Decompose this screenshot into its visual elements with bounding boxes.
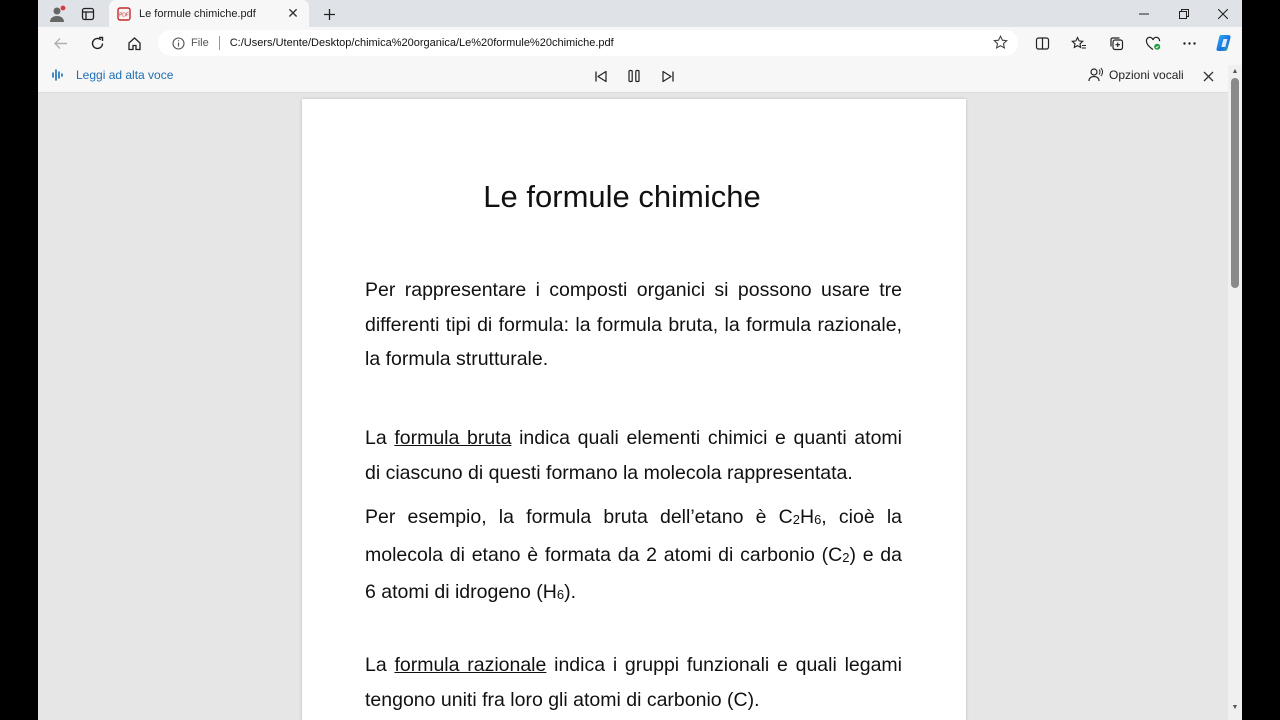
document-title: Le formule chimiche xyxy=(483,179,761,214)
next-paragraph-button[interactable] xyxy=(657,66,679,86)
pdf-file-icon: PDF xyxy=(117,6,131,21)
favorites-button[interactable] xyxy=(1067,31,1091,55)
minimize-icon xyxy=(1139,13,1149,14)
arrow-left-icon xyxy=(53,37,67,49)
text-segment: ). xyxy=(564,581,577,603)
text-segment: La xyxy=(365,427,395,449)
settings-more-button[interactable] xyxy=(1177,31,1201,55)
paragraph-formula-razionale: La formula razionale indica i gruppi fun… xyxy=(365,648,902,717)
paragraph-example-etano: Per esempio, la formula bruta dell’etano… xyxy=(365,500,902,613)
subscript: 6 xyxy=(556,587,565,602)
close-icon xyxy=(1203,71,1213,81)
text-segment: Per esempio, la formula bruta dell’etano… xyxy=(365,506,793,528)
scheme-label: File xyxy=(191,37,209,49)
vertical-scrollbar[interactable]: ▲ ▼ xyxy=(1228,65,1242,720)
svg-text:PDF: PDF xyxy=(119,12,129,18)
skip-next-icon xyxy=(662,70,674,82)
tab-strip: PDF Le formule chimiche.pdf ✕ xyxy=(38,0,1242,27)
url-text[interactable]: C:/Users/Utente/Desktop/chimica%20organi… xyxy=(230,37,614,49)
close-icon xyxy=(1218,8,1228,19)
voice-options-button[interactable]: Opzioni vocali xyxy=(1088,67,1184,82)
text-segment: H xyxy=(799,506,815,528)
subscript: 2 xyxy=(792,512,800,527)
address-separator xyxy=(218,36,220,50)
profile-icon xyxy=(50,5,66,22)
close-window-button[interactable] xyxy=(1203,0,1242,27)
tab-actions-icon xyxy=(81,7,95,21)
info-icon[interactable] xyxy=(172,36,185,50)
read-aloud-bar: Leggi ad alta voce Opzioni vocali xyxy=(38,58,1242,93)
split-screen-icon xyxy=(1035,36,1049,50)
formula-bruta-term: formula bruta xyxy=(394,427,512,449)
profile-button[interactable] xyxy=(44,3,70,25)
new-tab-button[interactable] xyxy=(318,3,340,25)
pause-icon xyxy=(628,69,640,83)
read-aloud-label[interactable]: Leggi ad alta voce xyxy=(52,68,173,82)
restore-button[interactable] xyxy=(1164,0,1204,27)
voice-options-label: Opzioni vocali xyxy=(1109,67,1184,82)
paragraph-intro: Per rappresentare i composti organici si… xyxy=(365,273,902,377)
split-screen-button[interactable] xyxy=(1030,31,1054,55)
more-dots-icon xyxy=(1182,41,1196,45)
copilot-button[interactable] xyxy=(1213,31,1237,55)
navigation-bar: File C:/Users/Utente/Desktop/chimica%20o… xyxy=(38,27,1242,58)
heart-pulse-icon xyxy=(1145,36,1161,50)
scrollbar-thumb[interactable] xyxy=(1231,78,1239,288)
read-aloud-text: Leggi ad alta voce xyxy=(76,68,174,82)
close-read-aloud-button[interactable] xyxy=(1198,66,1218,86)
favorite-star-icon[interactable] xyxy=(993,34,1008,55)
tab-title: Le formule chimiche.pdf xyxy=(139,7,256,20)
scroll-up-arrow-icon[interactable]: ▲ xyxy=(1230,66,1240,76)
skip-previous-icon xyxy=(595,70,607,82)
refresh-button[interactable] xyxy=(85,31,109,55)
collections-icon xyxy=(1109,36,1123,50)
pause-button[interactable] xyxy=(623,66,645,86)
formula-razionale-term: formula razionale xyxy=(394,654,547,676)
home-button[interactable] xyxy=(122,31,146,55)
tab-close-icon[interactable]: ✕ xyxy=(285,5,301,22)
tab-actions-button[interactable] xyxy=(75,3,101,25)
text-segment: La xyxy=(365,654,395,676)
address-bar[interactable]: File C:/Users/Utente/Desktop/chimica%20o… xyxy=(158,30,1018,56)
tab-le-formule-chimiche[interactable]: PDF Le formule chimiche.pdf ✕ xyxy=(109,0,309,27)
plus-icon xyxy=(323,8,335,20)
refresh-icon xyxy=(91,36,103,49)
pdf-page: Le formule chimiche Per rappresentare i … xyxy=(302,99,966,720)
previous-paragraph-button[interactable] xyxy=(590,66,612,86)
pdf-viewer[interactable]: Le formule chimiche Per rappresentare i … xyxy=(38,93,1228,720)
paragraph-intro-text: Per rappresentare i composti organici si… xyxy=(365,279,902,370)
browser-window: PDF Le formule chimiche.pdf ✕ File C:/Us… xyxy=(38,0,1242,720)
browser-essentials-button[interactable] xyxy=(1141,31,1165,55)
favorites-icon xyxy=(1071,35,1086,49)
copilot-icon xyxy=(1216,35,1231,51)
voice-options-icon xyxy=(1088,67,1103,82)
home-icon xyxy=(127,36,141,50)
read-aloud-icon xyxy=(52,69,63,81)
paragraph-formula-bruta: La formula bruta indica quali elementi c… xyxy=(365,421,902,490)
minimize-button[interactable] xyxy=(1124,0,1164,27)
back-button[interactable] xyxy=(48,31,72,55)
restore-icon xyxy=(1179,8,1189,19)
collections-button[interactable] xyxy=(1104,31,1128,55)
scroll-down-arrow-icon[interactable]: ▼ xyxy=(1230,702,1240,712)
